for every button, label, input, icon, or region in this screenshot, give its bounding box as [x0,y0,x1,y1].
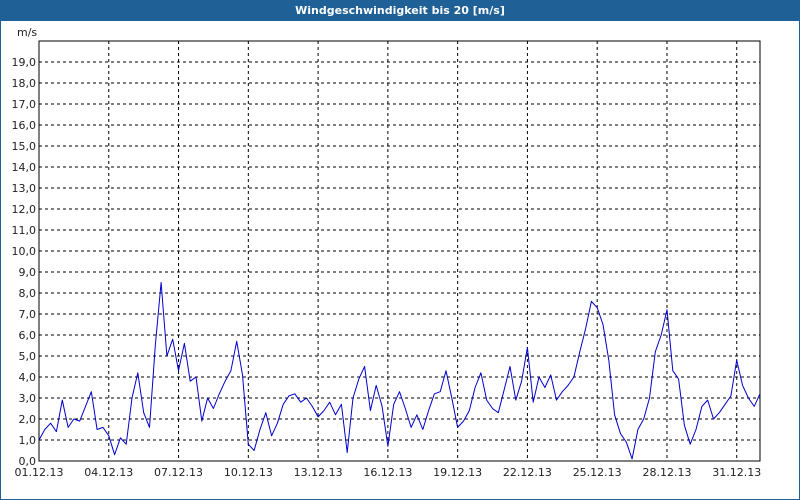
grid [39,41,760,461]
y-tick-label: 14,0 [12,161,37,174]
x-tick-label: 25.12.13 [573,466,622,479]
y-tick-label: 4,0 [19,371,37,384]
y-tick-label: 19,0 [12,56,37,69]
y-tick-label: 13,0 [12,182,37,195]
y-tick-label: 10,0 [12,245,37,258]
y-tick-label: 9,0 [19,266,37,279]
wind-speed-chart: 0,01,02,03,04,05,06,07,08,09,010,011,012… [12,26,762,479]
x-tick-label: 10.12.13 [224,466,273,479]
y-tick-label: 1,0 [19,434,37,447]
y-tick-label: 16,0 [12,119,37,132]
wind-speed-line [38,282,761,460]
x-tick-label: 16.12.13 [363,466,412,479]
y-tick-label: 15,0 [12,140,37,153]
y-tick-label: 6,0 [19,329,37,342]
x-tick-label: 07.12.13 [154,466,203,479]
x-tick-labels: 01.12.13 04.12.13 07.12.13 10.12.13 13.12.13… [15,466,762,479]
series [38,282,761,460]
y-tick-label: 12,0 [12,203,37,216]
x-tick-label: 13.12.13 [294,466,343,479]
y-tick-label: 7,0 [19,308,37,321]
y-tick-label: 2,0 [19,413,37,426]
y-tick-label: 11,0 [12,224,37,237]
y-tick-label: 5,0 [19,350,37,363]
y-tick-label: 18,0 [12,77,37,90]
y-tick-labels: 0,01,02,03,04,05,06,07,08,09,010,011,012… [12,56,37,468]
x-tick-label: 31.12.13 [712,466,761,479]
x-tick-label: 22.12.13 [503,466,552,479]
y-tick-label: 17,0 [12,98,37,111]
chart-title: Windgeschwindigkeit bis 20 [m/s] [0,0,800,21]
x-tick-label: 01.12.13 [15,466,64,479]
x-tick-label: 28.12.13 [642,466,691,479]
x-tick-label: 19.12.13 [433,466,482,479]
y-tick-label: 8,0 [19,287,37,300]
y-axis-label: m/s [17,26,37,39]
x-tick-label: 04.12.13 [84,466,133,479]
y-tick-label: 3,0 [19,392,37,405]
